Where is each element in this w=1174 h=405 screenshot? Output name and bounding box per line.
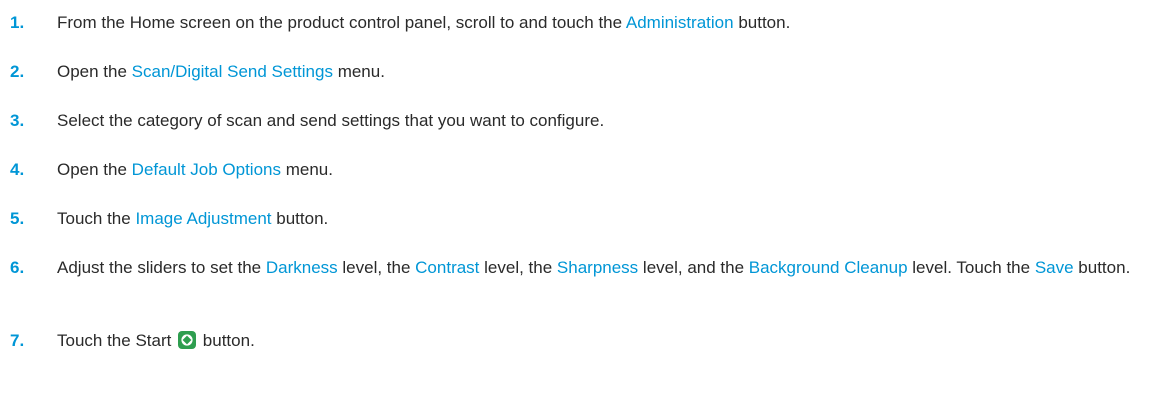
step-text: Open the Default Job Options menu. (57, 157, 1156, 183)
step-text-run: level. Touch the (907, 258, 1035, 277)
ui-term-link: Background Cleanup (748, 258, 908, 277)
instruction-steps: 1. From the Home screen on the product co… (0, 0, 1174, 405)
step-text-run: level, the (479, 258, 557, 277)
step-number: 7. (10, 331, 25, 350)
step-text-run: Touch the Start (57, 331, 177, 350)
step-text-run: menu. (332, 62, 385, 81)
step-text: Adjust the sliders to set the Darkness l… (57, 255, 1156, 281)
step-number: 3. (10, 111, 25, 130)
step-text-run: level, the (337, 258, 416, 277)
step-text-run: button. (271, 209, 329, 228)
step-text-run: menu. (280, 160, 333, 179)
ui-term-link: Image Adjustment (135, 209, 272, 228)
step-number: 4. (10, 160, 25, 179)
step-text-run: button. (733, 13, 791, 32)
step-text: Select the category of scan and send set… (57, 108, 1156, 134)
step-text-run: Select the category of scan and send set… (57, 111, 605, 130)
step-text-run: level, and the (638, 258, 749, 277)
step-text-run: Open the (57, 62, 132, 81)
step-text-run: button. (198, 331, 255, 350)
step-text: Touch the Image Adjustment button. (57, 206, 1156, 232)
step-text: Touch the Start button. (57, 328, 1156, 354)
step-text: From the Home screen on the product cont… (57, 10, 1156, 36)
step-text-run: Touch the (57, 209, 136, 228)
step-number: 1. (10, 13, 25, 32)
step-text-run: Adjust the sliders to set the (57, 258, 266, 277)
step-text-run: Open the (57, 160, 132, 179)
ui-term-link: Contrast (415, 258, 480, 277)
step-text: Open the Scan/Digital Send Settings menu… (57, 59, 1156, 85)
step-number: 5. (10, 209, 25, 228)
ui-term-link: Default Job Options (131, 160, 281, 179)
step-number: 2. (10, 62, 25, 81)
start-icon (178, 331, 197, 349)
ui-term-link: Administration (625, 13, 734, 32)
step-number: 6. (10, 258, 25, 277)
ui-term-link: Scan/Digital Send Settings (131, 62, 333, 81)
ui-term-link: Darkness (265, 258, 338, 277)
step-text-run: button. (1073, 258, 1131, 277)
step-text-run: From the Home screen on the product cont… (57, 13, 626, 32)
ui-term-link: Sharpness (556, 258, 639, 277)
ui-term-link: Save (1034, 258, 1074, 277)
